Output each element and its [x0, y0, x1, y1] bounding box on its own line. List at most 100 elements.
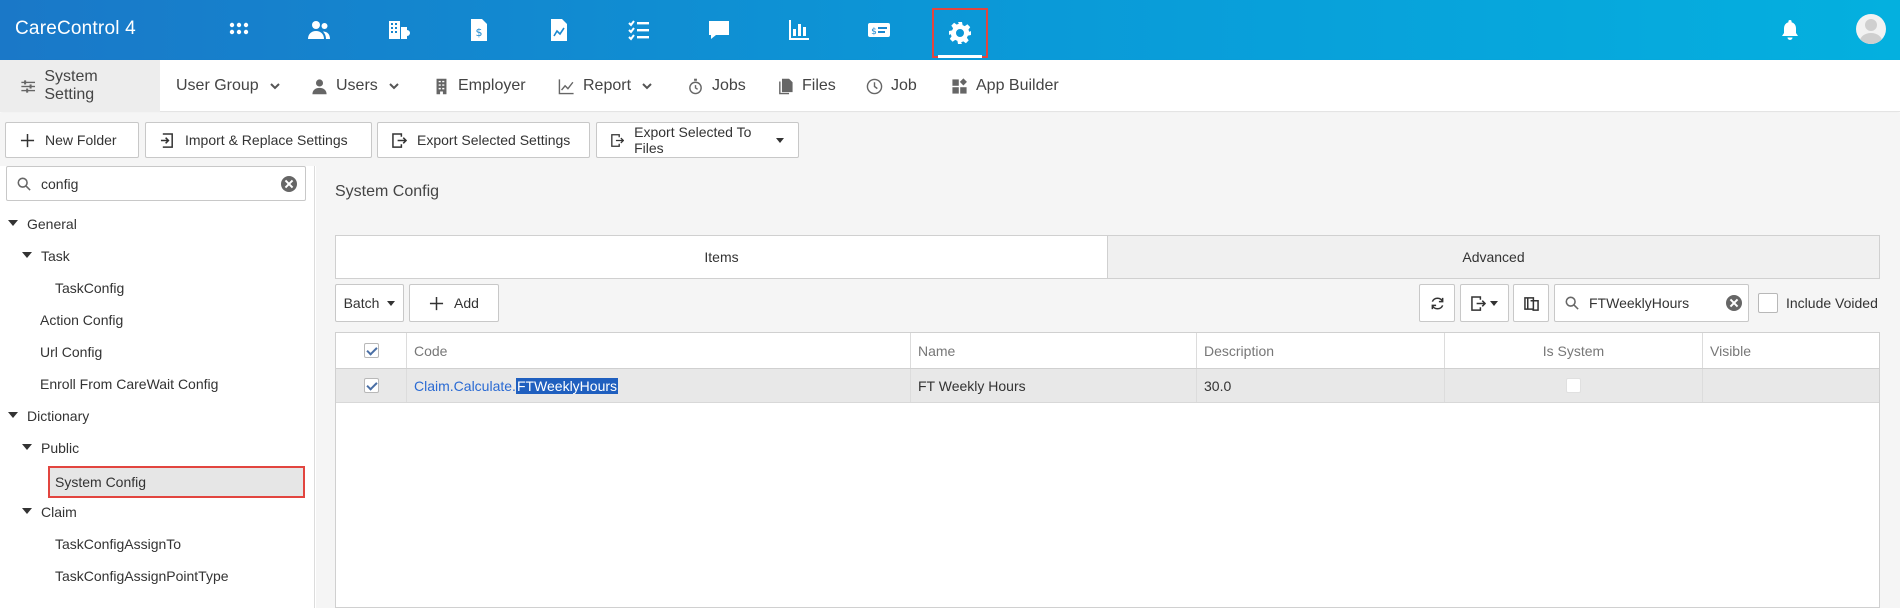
invoice-icon[interactable]: $ — [459, 12, 499, 48]
import-replace-button[interactable]: Import & Replace Settings — [145, 122, 372, 158]
tree-node-enroll-carewait-config[interactable]: Enroll From CareWait Config — [40, 372, 218, 396]
tree-node-task[interactable]: Task — [22, 244, 70, 268]
nav-user-group[interactable]: User Group — [176, 60, 281, 112]
people-icon[interactable] — [299, 12, 339, 48]
avatar[interactable] — [1856, 14, 1886, 44]
tab-advanced[interactable]: Advanced — [1107, 236, 1879, 278]
include-voided-checkbox[interactable] — [1758, 293, 1778, 313]
nav-report[interactable]: Report — [558, 60, 653, 112]
select-all-checkbox[interactable] — [363, 343, 379, 358]
nav-job[interactable]: Job — [866, 60, 917, 112]
row-code-cell[interactable]: Claim.Calculate. FTWeeklyHours — [407, 369, 911, 402]
svg-text:$: $ — [871, 27, 877, 37]
column-header-code[interactable]: Code — [407, 333, 911, 368]
building-icon — [436, 78, 447, 94]
nav-jobs[interactable]: Jobs — [687, 60, 746, 112]
id-card-icon[interactable]: $ — [859, 12, 899, 48]
app-title: CareControl 4 — [15, 18, 136, 39]
bar-chart-icon[interactable] — [779, 12, 819, 48]
tree-node-url-config[interactable]: Url Config — [40, 340, 102, 364]
row-name-cell: FT Weekly Hours — [911, 369, 1197, 402]
column-header-name[interactable]: Name — [911, 333, 1197, 368]
plus-icon — [429, 296, 444, 310]
code-search-match[interactable]: FTWeeklyHours — [515, 377, 619, 394]
nav-users-label: Users — [336, 77, 378, 94]
report-file-icon[interactable] — [539, 12, 579, 48]
tree-node-taskconfigassignto[interactable]: TaskConfigAssignTo — [55, 532, 181, 556]
svg-text:$: $ — [476, 26, 483, 39]
tree-node-action-config[interactable]: Action Config — [40, 308, 123, 332]
tree-node-dictionary[interactable]: Dictionary — [8, 404, 89, 428]
row-visible-cell — [1703, 369, 1879, 402]
export-to-files-dropdown[interactable]: Export Selected To Files — [596, 122, 799, 158]
code-prefix[interactable]: Claim.Calculate. — [414, 378, 516, 394]
refresh-button[interactable] — [1419, 284, 1455, 322]
gear-icon[interactable] — [932, 8, 988, 58]
column-header-visible[interactable]: Visible — [1703, 333, 1879, 368]
caret-down-icon — [1490, 300, 1498, 306]
export-icon — [1471, 295, 1486, 311]
apps-grid-icon[interactable] — [219, 12, 259, 48]
line-chart-icon — [558, 78, 574, 94]
tab-items[interactable]: Items — [336, 236, 1107, 278]
top-bar: CareControl 4 $ $ — [0, 0, 1900, 60]
tree-node-general[interactable]: General — [8, 212, 77, 236]
column-chooser-button[interactable] — [1513, 284, 1549, 322]
column-header-is-system[interactable]: Is System — [1445, 333, 1703, 368]
expand-triangle-icon — [8, 220, 18, 227]
expand-triangle-icon — [22, 508, 32, 515]
bell-icon[interactable] — [1770, 12, 1810, 48]
chevron-down-icon — [389, 83, 399, 90]
nav-app-builder-label: App Builder — [976, 77, 1059, 94]
grid-search-input[interactable] — [1587, 285, 1717, 321]
nav-system-setting[interactable]: System Setting — [0, 60, 160, 112]
nav-employer[interactable]: Employer — [433, 60, 526, 112]
table-row[interactable]: Claim.Calculate. FTWeeklyHours FT Weekly … — [336, 369, 1879, 403]
tree-label: Public — [41, 440, 80, 456]
row-select-checkbox[interactable] — [363, 378, 379, 393]
export-icon — [611, 133, 625, 147]
files-icon — [779, 78, 793, 94]
tree-node-taskconfig[interactable]: TaskConfig — [55, 276, 124, 300]
settings-toolbar: New Folder Import & Replace Settings Exp… — [0, 113, 1900, 166]
add-button[interactable]: Add — [409, 284, 499, 322]
tree-search-input[interactable] — [39, 167, 269, 200]
tree-node-taskconfigassignpointtype[interactable]: TaskConfigAssignPointType — [55, 564, 229, 588]
secondary-nav: System Setting User Group Users Employer… — [0, 60, 1900, 112]
clear-search-icon[interactable] — [281, 176, 297, 192]
export-grid-dropdown[interactable] — [1460, 284, 1509, 322]
buildings-icon[interactable] — [379, 12, 419, 48]
nav-files-label: Files — [802, 77, 836, 94]
chevron-down-icon — [269, 83, 280, 90]
tree-search-box — [6, 166, 306, 201]
batch-dropdown[interactable]: Batch — [335, 284, 404, 322]
search-icon — [17, 177, 31, 191]
search-icon — [1565, 296, 1579, 310]
nav-app-builder[interactable]: App Builder — [951, 60, 1059, 112]
system-config-panel: System Config Items Advanced Batch Add I… — [316, 166, 1900, 608]
tree-node-claim[interactable]: Claim — [22, 500, 77, 524]
clear-search-icon[interactable] — [1726, 295, 1742, 311]
nav-users[interactable]: Users — [311, 60, 400, 112]
caret-down-icon — [776, 137, 784, 143]
column-header-description[interactable]: Description — [1197, 333, 1445, 368]
import-replace-label: Import & Replace Settings — [185, 132, 348, 148]
stopwatch-icon — [689, 78, 702, 94]
widgets-icon — [952, 77, 967, 94]
tree-node-public[interactable]: Public — [22, 436, 79, 460]
page-title: System Config — [335, 183, 440, 200]
is-system-checkbox — [1566, 378, 1581, 393]
nav-files[interactable]: Files — [777, 60, 836, 112]
expand-triangle-icon — [22, 444, 32, 451]
new-folder-button[interactable]: New Folder — [5, 122, 139, 158]
plus-icon — [20, 133, 35, 147]
export-selected-label: Export Selected Settings — [417, 132, 571, 148]
export-selected-button[interactable]: Export Selected Settings — [377, 122, 590, 158]
expand-triangle-icon — [22, 252, 32, 259]
sliders-icon — [21, 79, 36, 93]
column-chooser-icon — [1523, 296, 1539, 311]
tree-label: Claim — [41, 504, 77, 520]
chat-icon[interactable] — [699, 12, 739, 48]
checklist-icon[interactable] — [619, 12, 659, 48]
tree-node-system-config[interactable]: System Config — [48, 466, 305, 498]
